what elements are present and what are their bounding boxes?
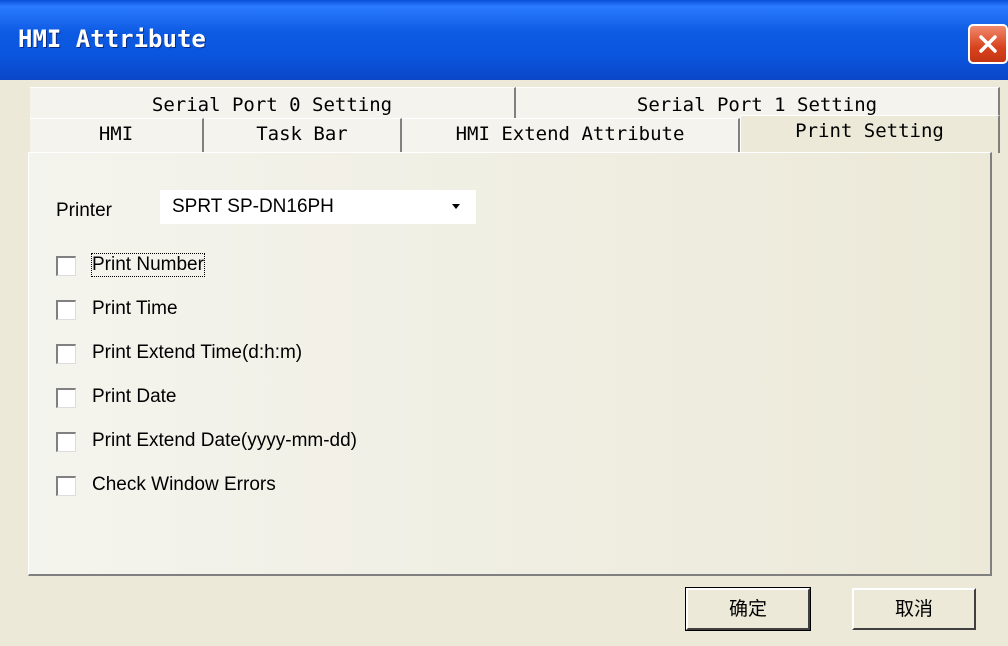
print-date-label[interactable]: Print Date <box>92 386 176 408</box>
cancel-button[interactable]: 取消 <box>852 588 976 630</box>
ok-button[interactable]: 确定 <box>685 587 811 631</box>
print-date-checkbox[interactable] <box>56 388 76 408</box>
check-window-errors-checkbox[interactable] <box>56 476 76 496</box>
print-time-label[interactable]: Print Time <box>92 298 178 320</box>
print-extend-time-checkbox[interactable] <box>56 344 76 364</box>
tab-serial-port-0[interactable]: Serial Port 0 Setting <box>30 87 516 121</box>
printer-selected-value: SPRT SP-DN16PH <box>172 196 334 217</box>
tab-print-setting[interactable]: Print Setting <box>740 115 1000 153</box>
print-number-label[interactable]: Print Number <box>91 253 205 277</box>
tab-hmi[interactable]: HMI <box>30 118 204 152</box>
printer-select[interactable]: SPRT SP-DN16PH <box>160 190 476 224</box>
check-window-errors-label[interactable]: Check Window Errors <box>92 474 276 496</box>
print-extend-date-checkbox[interactable] <box>56 432 76 452</box>
tab-task-bar[interactable]: Task Bar <box>204 118 402 152</box>
tab-hmi-extend-attribute[interactable]: HMI Extend Attribute <box>402 118 740 152</box>
dropdown-arrow-icon[interactable] <box>452 204 460 209</box>
print-extend-date-label[interactable]: Print Extend Date(yyyy-mm-dd) <box>92 430 357 452</box>
title-bar[interactable]: HMI Attribute <box>0 0 1008 80</box>
close-icon <box>979 35 997 53</box>
printer-label: Printer <box>56 200 112 221</box>
print-number-checkbox[interactable] <box>56 256 76 276</box>
close-button[interactable] <box>968 24 1008 64</box>
print-time-checkbox[interactable] <box>56 300 76 320</box>
print-extend-time-label[interactable]: Print Extend Time(d:h:m) <box>92 342 302 364</box>
window-title: HMI Attribute <box>18 25 206 53</box>
